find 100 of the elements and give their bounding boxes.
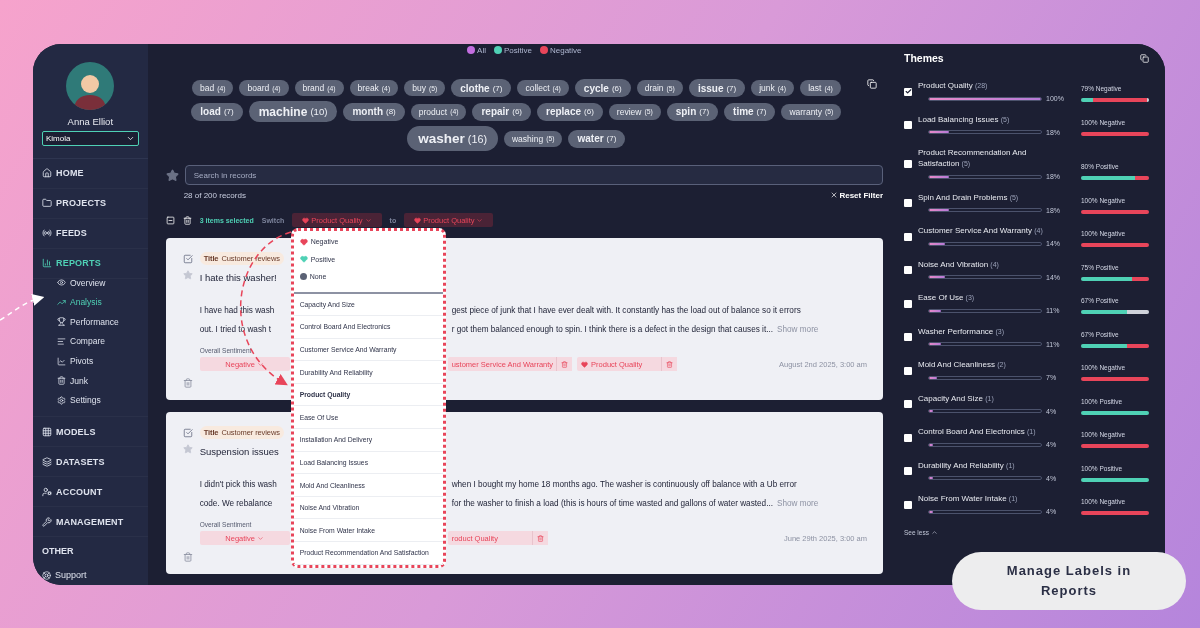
keyword-tag[interactable]: machine (10) bbox=[248, 101, 338, 122]
search-field[interactable]: Search in records bbox=[184, 165, 883, 185]
star-icon[interactable] bbox=[182, 444, 193, 454]
nav-item[interactable]: Analysis bbox=[33, 292, 148, 313]
bar-chart-icon bbox=[42, 258, 52, 269]
settings-icon bbox=[57, 395, 66, 405]
star-icon[interactable] bbox=[182, 270, 193, 280]
checkbox[interactable] bbox=[904, 467, 912, 475]
sentiment-bar bbox=[1081, 477, 1149, 482]
tools-icon bbox=[42, 516, 52, 527]
folder-icon bbox=[42, 198, 52, 209]
legend-label: Negative bbox=[550, 45, 582, 55]
line-chart-icon bbox=[57, 356, 66, 366]
trend-chart-icon bbox=[57, 297, 66, 307]
star-icon[interactable] bbox=[165, 168, 179, 182]
checkbox[interactable] bbox=[182, 254, 193, 264]
checkbox[interactable] bbox=[904, 121, 912, 129]
bars-icon bbox=[57, 336, 66, 346]
nav-item[interactable]: Junk bbox=[33, 370, 148, 391]
nav-link[interactable]: Support bbox=[33, 565, 148, 585]
eye-icon bbox=[57, 278, 66, 288]
panel-title: Themes bbox=[904, 52, 944, 64]
lifebuoy-icon bbox=[42, 570, 51, 580]
sentiment-bar bbox=[1081, 98, 1149, 102]
checkbox[interactable] bbox=[904, 299, 912, 308]
workspace-select[interactable]: Kimola bbox=[42, 130, 139, 146]
keyword-tag[interactable]: spin (7) bbox=[666, 102, 719, 121]
sentiment-bar bbox=[1081, 377, 1149, 381]
keyword-tag[interactable]: issue (7) bbox=[688, 79, 746, 97]
sentiment-bar bbox=[1081, 276, 1149, 281]
checkbox[interactable] bbox=[904, 232, 912, 241]
review-text: gest piece of junk that I have ever dealt with. It constantly has the load out of balance so it errors bbox=[451, 306, 801, 315]
checkbox[interactable] bbox=[182, 428, 193, 438]
nav-section[interactable]: PROJECTS bbox=[33, 188, 148, 219]
keyword-tag[interactable]: washer (16) bbox=[407, 126, 498, 151]
keyword-tag[interactable]: clothe (7) bbox=[451, 79, 512, 97]
checkbox[interactable] bbox=[904, 87, 912, 96]
trash-icon bbox=[536, 534, 544, 542]
nav-item[interactable]: Compare bbox=[33, 331, 148, 352]
trash-icon[interactable] bbox=[182, 215, 192, 225]
avatar bbox=[66, 62, 115, 110]
nav-item[interactable]: Settings bbox=[33, 390, 148, 410]
remove-label-button[interactable] bbox=[556, 357, 573, 371]
checkbox[interactable] bbox=[904, 433, 912, 442]
keyword-tag[interactable]: load (7) bbox=[191, 102, 243, 121]
minus-square-icon[interactable] bbox=[165, 215, 175, 225]
nav-item[interactable]: Pivots bbox=[33, 351, 148, 371]
checkbox[interactable] bbox=[904, 266, 912, 274]
grid-icon bbox=[42, 426, 52, 437]
nav-heading: OTHER bbox=[41, 545, 75, 558]
user-name: Anna Elliot bbox=[66, 115, 115, 127]
caret-icon bbox=[256, 360, 264, 368]
checkbox[interactable] bbox=[904, 500, 912, 509]
review-text: when I bought my home 18 months ago. The washer is continuously off balance with a Ub error bbox=[451, 480, 797, 489]
caret-icon bbox=[476, 216, 484, 224]
heart-icon bbox=[299, 255, 308, 264]
sentiment-bar bbox=[1081, 511, 1149, 515]
caret-icon bbox=[256, 534, 264, 542]
trash-icon bbox=[561, 360, 569, 368]
nav-section[interactable]: REPORTS bbox=[33, 248, 148, 279]
checkbox[interactable] bbox=[904, 160, 912, 168]
checkbox[interactable] bbox=[904, 333, 912, 341]
keyword-tag[interactable]: replace (6) bbox=[537, 102, 603, 121]
dot-icon bbox=[299, 273, 307, 281]
sentiment-bar bbox=[1081, 444, 1149, 448]
nav-section[interactable]: ACCOUNT bbox=[33, 477, 148, 507]
record-count: 28 of 200 records bbox=[183, 190, 246, 200]
layers-icon bbox=[42, 456, 52, 467]
remove-label-button[interactable] bbox=[531, 531, 548, 545]
keyword-tag[interactable]: month (8) bbox=[343, 102, 405, 121]
checkbox[interactable] bbox=[904, 400, 912, 408]
checkbox[interactable] bbox=[904, 366, 912, 375]
sentiment-bar bbox=[1081, 343, 1149, 348]
sentiment-bar bbox=[1081, 176, 1149, 180]
nav-section[interactable]: MODELS bbox=[33, 417, 148, 447]
review-text: for the washer to finish a load (this is hours of time wasted and gallons of water wasted... bbox=[451, 499, 773, 508]
chevron-up-icon bbox=[930, 528, 938, 536]
nav-section[interactable]: FEEDS bbox=[33, 218, 148, 249]
nav-section[interactable]: HOME bbox=[33, 158, 148, 189]
review-text: I have had this wash bbox=[199, 306, 276, 315]
reset-filter-button[interactable]: Reset Filter bbox=[830, 190, 883, 200]
nav-section[interactable]: MANAGEMENT bbox=[33, 507, 148, 537]
close-icon bbox=[830, 191, 839, 199]
nav-section[interactable]: DATASETS bbox=[33, 447, 148, 477]
keyword-tag[interactable]: repair (6) bbox=[472, 102, 531, 121]
trash-icon bbox=[666, 360, 674, 368]
review-text: I didn't pick this wash bbox=[199, 480, 278, 489]
keyword-tag[interactable]: water (7) bbox=[568, 129, 626, 148]
checked-box-icon bbox=[182, 428, 193, 438]
caret-icon bbox=[364, 216, 372, 224]
record-heading: I hate this washer! bbox=[199, 272, 277, 283]
review-text: out. I tried to wash t bbox=[199, 325, 273, 334]
home-icon bbox=[42, 168, 52, 179]
keyword-tag[interactable]: time (7) bbox=[724, 102, 776, 121]
checkbox[interactable] bbox=[904, 199, 912, 207]
remove-label-button[interactable] bbox=[661, 357, 678, 371]
keyword-tag[interactable]: cycle (6) bbox=[574, 79, 631, 97]
review-text: code. We rebalance bbox=[199, 499, 274, 508]
checked-box-icon bbox=[182, 254, 193, 264]
nav-item[interactable]: Performance bbox=[33, 312, 148, 332]
